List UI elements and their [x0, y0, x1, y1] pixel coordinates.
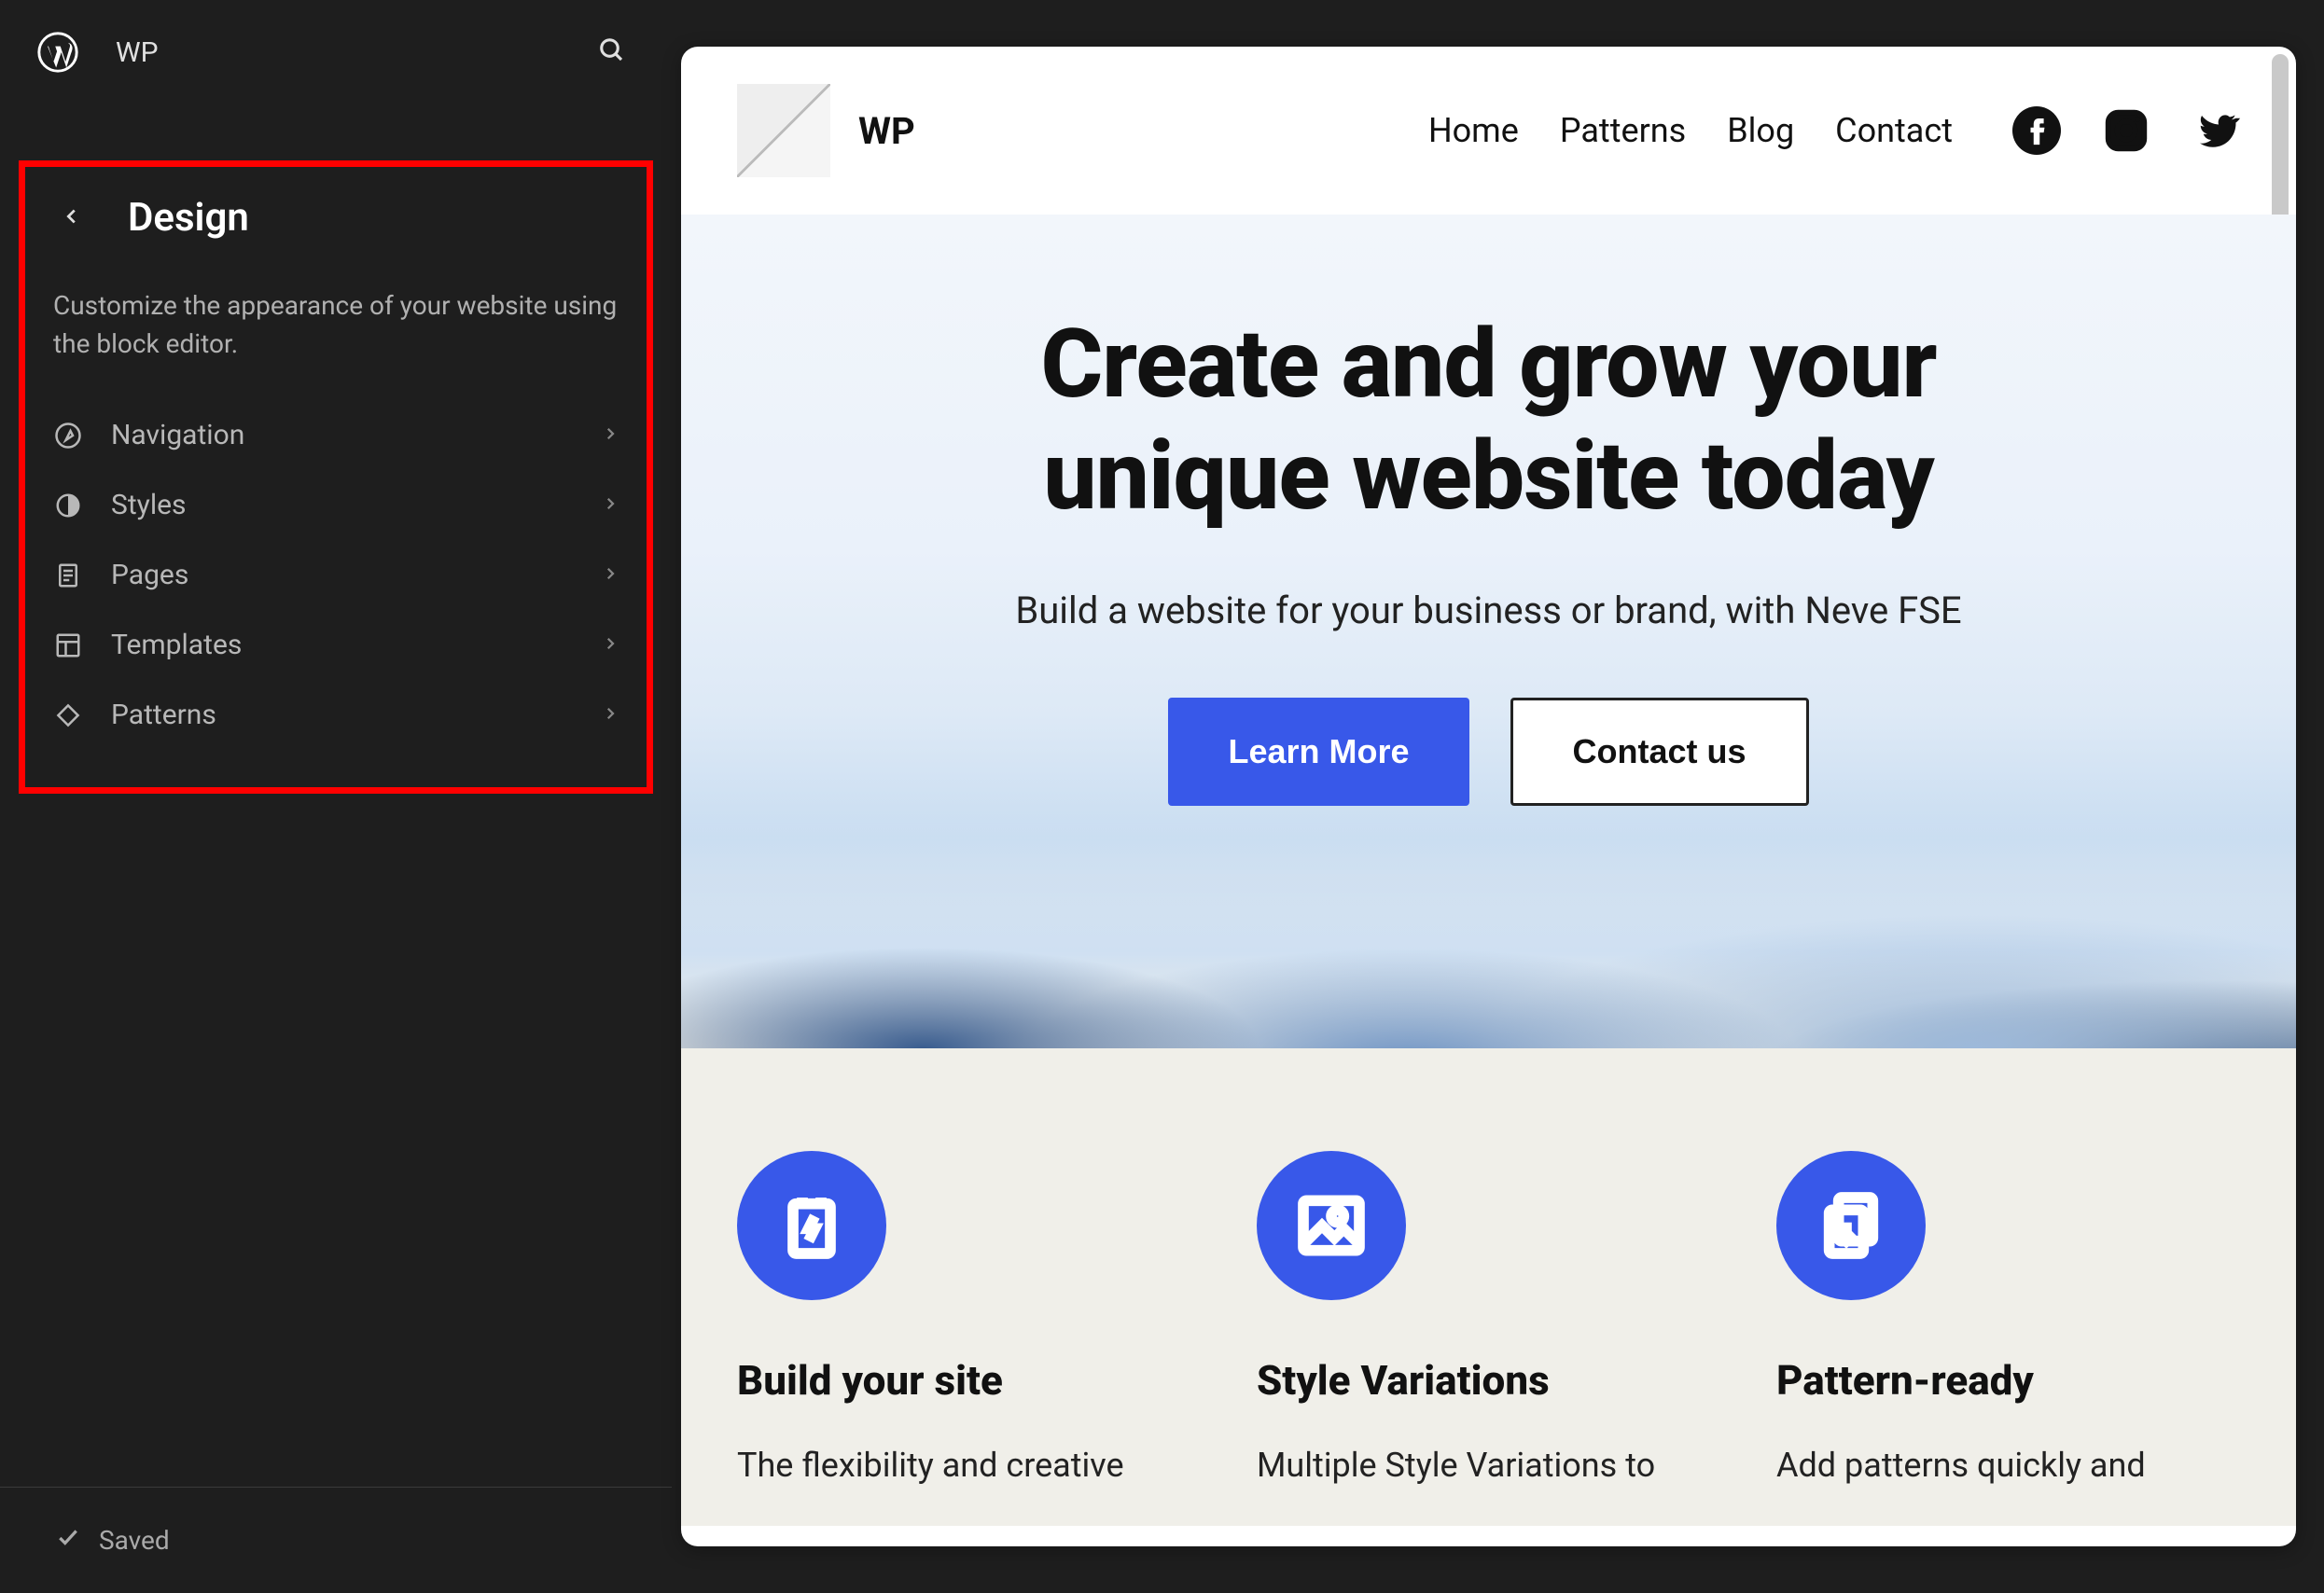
menu-item-styles[interactable]: Styles	[44, 470, 628, 540]
menu-item-label: Patterns	[111, 699, 602, 731]
download-doc-icon	[1776, 1151, 1926, 1300]
chevron-right-icon	[602, 425, 619, 446]
menu-item-label: Styles	[111, 489, 602, 521]
feature-styles: Style Variations Multiple Style Variatio…	[1257, 1151, 1720, 1489]
hero-section: Create and grow your unique website toda…	[681, 215, 2296, 1048]
chevron-right-icon	[602, 635, 619, 656]
feature-build: Build your site The flexibility and crea…	[737, 1151, 1201, 1489]
site-nav: Home Patterns Blog Contact	[1428, 106, 2240, 155]
feature-desc: The flexibility and creative	[737, 1442, 1201, 1489]
instagram-icon[interactable]	[2102, 106, 2150, 155]
feature-title: Style Variations	[1257, 1356, 1720, 1405]
social-icons	[2012, 106, 2240, 155]
hero-subheading: Build a website for your business or bra…	[718, 589, 2259, 632]
page-icon	[53, 561, 83, 590]
menu-item-label: Pages	[111, 559, 602, 591]
back-button[interactable]	[53, 200, 90, 237]
saved-indicator: Saved	[0, 1487, 672, 1593]
sidebar-topbar: WP	[0, 0, 672, 104]
facebook-icon[interactable]	[2012, 106, 2061, 155]
layout-icon	[53, 630, 83, 660]
menu-item-label: Templates	[111, 629, 602, 661]
editor-sidebar: WP Design Customize the appearance of yo…	[0, 0, 672, 1593]
feature-desc: Multiple Style Variations to	[1257, 1442, 1720, 1489]
chevron-left-icon	[62, 206, 82, 230]
feature-desc: Add patterns quickly and	[1776, 1442, 2240, 1489]
feature-patterns: Pattern-ready Add patterns quickly and	[1776, 1151, 2240, 1489]
saved-label: Saved	[99, 1525, 170, 1556]
nav-link-contact[interactable]: Contact	[1835, 111, 1953, 150]
half-circle-icon	[53, 491, 83, 520]
diamond-icon	[53, 700, 83, 730]
panel-title: Design	[128, 195, 249, 241]
design-menu: Navigation Styles Pages	[44, 400, 628, 750]
chevron-right-icon	[602, 565, 619, 586]
site-title[interactable]: WP	[858, 109, 915, 153]
nav-link-home[interactable]: Home	[1428, 111, 1519, 150]
battery-icon	[737, 1151, 886, 1300]
wordpress-logo-icon[interactable]	[37, 32, 78, 73]
image-icon	[1257, 1151, 1406, 1300]
panel-description: Customize the appearance of your website…	[44, 259, 628, 400]
menu-item-patterns[interactable]: Patterns	[44, 680, 628, 750]
app-root: WP Design Customize the appearance of yo…	[0, 0, 2324, 1593]
menu-item-templates[interactable]: Templates	[44, 610, 628, 680]
site-preview[interactable]: WP Home Patterns Blog Contact	[681, 47, 2296, 1546]
nav-link-blog[interactable]: Blog	[1727, 111, 1794, 150]
hero-cta-row: Learn More Contact us	[718, 698, 2259, 1048]
check-icon	[56, 1525, 80, 1556]
contact-us-button[interactable]: Contact us	[1510, 698, 1809, 806]
feature-title: Pattern-ready	[1776, 1356, 2240, 1405]
feature-title: Build your site	[737, 1356, 1201, 1405]
menu-item-navigation[interactable]: Navigation	[44, 400, 628, 470]
site-name[interactable]: WP	[116, 36, 159, 69]
hero-heading-line1: Create and grow your	[1040, 308, 1936, 420]
preview-area: WP Home Patterns Blog Contact	[672, 0, 2324, 1593]
site-header: WP Home Patterns Blog Contact	[681, 47, 2296, 215]
hero-heading: Create and grow your unique website toda…	[718, 308, 2259, 533]
learn-more-button[interactable]: Learn More	[1168, 698, 1468, 806]
panel-header: Design	[44, 195, 628, 259]
menu-item-pages[interactable]: Pages	[44, 540, 628, 610]
features-section: Build your site The flexibility and crea…	[681, 1048, 2296, 1526]
design-panel-highlight: Design Customize the appearance of your …	[19, 160, 653, 794]
nav-link-patterns[interactable]: Patterns	[1560, 111, 1686, 150]
hero-heading-line2: unique website today	[1043, 420, 1933, 532]
compass-icon	[53, 421, 83, 450]
chevron-right-icon	[602, 495, 619, 516]
search-button[interactable]	[590, 30, 634, 75]
twitter-icon[interactable]	[2192, 106, 2240, 155]
chevron-right-icon	[602, 705, 619, 726]
site-logo-placeholder[interactable]	[737, 84, 830, 177]
search-icon	[598, 36, 626, 68]
menu-item-label: Navigation	[111, 419, 602, 451]
